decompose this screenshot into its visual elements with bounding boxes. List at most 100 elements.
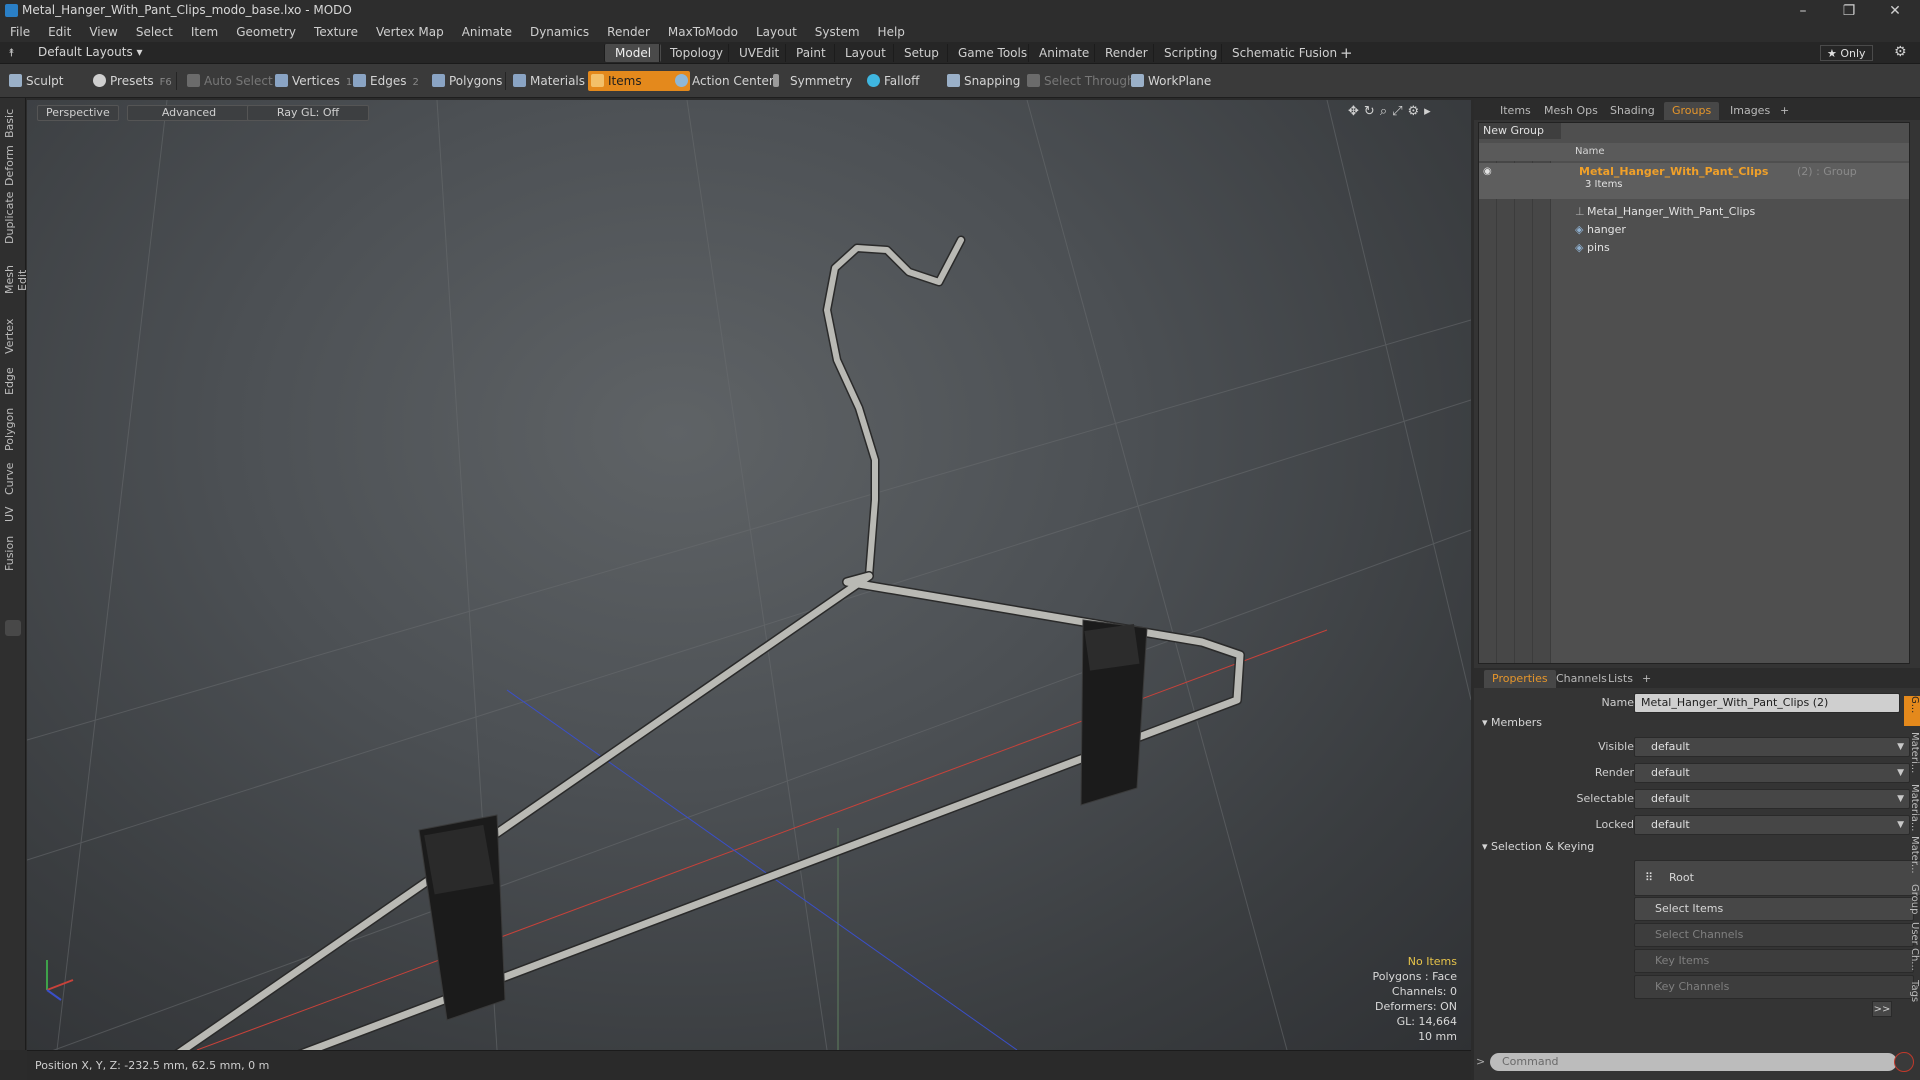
menu-system[interactable]: System	[805, 22, 868, 42]
side-tab-tags[interactable]: Tags	[1904, 980, 1920, 1010]
left-tab-basic[interactable]: Basic	[3, 108, 21, 138]
only-toggle[interactable]: ★ Only	[1820, 45, 1873, 61]
name-field[interactable]: Metal_Hanger_With_Pant_Clips (2)	[1634, 693, 1900, 713]
tab-uvedit[interactable]: UVEdit	[728, 44, 789, 62]
tab-schematic-fusion[interactable]: Schematic Fusion	[1221, 44, 1347, 62]
perspective-view-button[interactable]: Perspective	[37, 105, 119, 121]
action-center-button[interactable]: Action Center	[672, 71, 780, 91]
menu-maxtomodo[interactable]: MaxToModo	[658, 22, 746, 42]
tab-paint[interactable]: Paint	[785, 44, 836, 62]
tab-images[interactable]: Images	[1722, 102, 1778, 120]
layout-collapse-icon[interactable]: ⯭	[8, 46, 20, 59]
rotate-icon[interactable]: ↻	[1364, 104, 1380, 119]
eye-icon[interactable]: ◉	[1483, 163, 1492, 181]
tab-animate[interactable]: Animate	[1028, 44, 1099, 62]
left-tabs-toggle-button[interactable]	[5, 620, 21, 636]
members-section-title[interactable]: ▾ Members	[1482, 716, 1542, 729]
viewport-menu-arrow-icon[interactable]: ▸	[1424, 104, 1436, 119]
tab-shading[interactable]: Shading	[1602, 102, 1663, 120]
default-layouts-dropdown[interactable]: Default Layouts ▾	[38, 45, 143, 59]
fit-icon[interactable]: ⤢	[1392, 104, 1407, 119]
tab-setup[interactable]: Setup	[893, 44, 949, 62]
close-button[interactable]: ✕	[1878, 1, 1912, 21]
more-button[interactable]: >>	[1872, 1001, 1892, 1017]
menu-layout[interactable]: Layout	[746, 22, 805, 42]
locked-dropdown[interactable]: default ▼	[1634, 815, 1910, 835]
select-channels-button[interactable]: Select Channels	[1634, 923, 1914, 947]
render-dropdown[interactable]: default ▼	[1634, 763, 1910, 783]
presets-button[interactable]: Presets F6	[90, 71, 178, 91]
vertices-button[interactable]: Vertices 1	[272, 71, 358, 91]
menu-help[interactable]: Help	[868, 22, 913, 42]
left-tab-duplicate[interactable]: Duplicate	[3, 192, 21, 244]
left-tab-mesh-edit[interactable]: Mesh Edit	[3, 254, 29, 306]
advanced-shading-button[interactable]: Advanced	[127, 105, 251, 121]
left-tab-deform[interactable]: Deform	[3, 145, 21, 186]
tree-item[interactable]: ◈ pins	[1479, 239, 1909, 257]
select-through-button[interactable]: Select Through	[1024, 71, 1141, 91]
tree-item[interactable]: ⊥ Metal_Hanger_With_Pant_Clips	[1479, 203, 1909, 221]
root-button[interactable]: ⠿ Root	[1634, 860, 1920, 896]
restore-button[interactable]: ❐	[1832, 1, 1866, 21]
layout-gear-icon[interactable]: ⚙	[1894, 44, 1907, 60]
menu-geometry[interactable]: Geometry	[226, 22, 304, 42]
menu-view[interactable]: View	[79, 22, 125, 42]
left-tab-curve[interactable]: Curve	[3, 460, 21, 498]
raygl-toggle-button[interactable]: Ray GL: Off	[247, 105, 369, 121]
key-items-button[interactable]: Key Items	[1634, 949, 1914, 973]
tab-properties[interactable]: Properties	[1484, 670, 1556, 688]
tab-render[interactable]: Render	[1094, 44, 1158, 62]
side-tab-user-channels[interactable]: User Ch...	[1904, 922, 1920, 976]
tab-game-tools[interactable]: Game Tools	[947, 44, 1037, 62]
add-properties-tab-button[interactable]: +	[1634, 670, 1659, 688]
zoom-icon[interactable]: ⌕	[1380, 104, 1392, 119]
minimize-button[interactable]: –	[1786, 1, 1820, 21]
key-channels-button[interactable]: Key Channels	[1634, 975, 1914, 999]
visible-dropdown[interactable]: default ▼	[1634, 737, 1910, 757]
edges-button[interactable]: Edges 2	[350, 71, 425, 91]
tab-groups[interactable]: Groups	[1664, 102, 1720, 120]
auto-select-button[interactable]: Auto Select	[184, 71, 279, 91]
side-tab-group[interactable]: G...	[1904, 696, 1920, 726]
left-tab-edge[interactable]: Edge	[3, 364, 21, 398]
workplane-button[interactable]: WorkPlane	[1128, 71, 1217, 91]
menu-dynamics[interactable]: Dynamics	[520, 22, 597, 42]
left-tab-fusion[interactable]: Fusion	[3, 532, 21, 574]
tab-items[interactable]: Items	[1492, 102, 1539, 120]
tree-item[interactable]: ◈ hanger	[1479, 221, 1909, 239]
side-tab-materi-2[interactable]: Materia...	[1904, 784, 1920, 832]
left-tab-vertex[interactable]: Vertex	[3, 316, 21, 356]
command-history-icon[interactable]	[1894, 1052, 1914, 1072]
left-tab-polygon[interactable]: Polygon	[3, 404, 21, 454]
select-items-button[interactable]: Select Items	[1634, 897, 1914, 921]
left-tab-uv[interactable]: UV	[3, 502, 21, 526]
add-layout-tab-button[interactable]: +	[1330, 44, 1363, 62]
side-tab-materi-3[interactable]: Mater...	[1904, 836, 1920, 880]
polygons-button[interactable]: Polygons	[429, 71, 508, 91]
group-row[interactable]: ◉ Metal_Hanger_With_Pant_Clips (2) : Gro…	[1479, 163, 1909, 199]
menu-item[interactable]: Item	[181, 22, 226, 42]
command-input[interactable]: Command	[1490, 1053, 1897, 1071]
pan-icon[interactable]: ✥	[1348, 104, 1364, 119]
add-panel-tab-button[interactable]: +	[1772, 102, 1797, 120]
new-group-button[interactable]: New Group	[1479, 123, 1561, 139]
menu-file[interactable]: File	[0, 22, 38, 42]
3d-viewport[interactable]: Perspective Advanced Ray GL: Off ✥↻⌕⤢⚙▸ …	[27, 100, 1471, 1050]
viewport-settings-icon[interactable]: ⚙	[1408, 104, 1425, 119]
menu-select[interactable]: Select	[126, 22, 181, 42]
tab-topology[interactable]: Topology	[659, 44, 733, 62]
tab-scripting[interactable]: Scripting	[1153, 44, 1227, 62]
side-tab-group-2[interactable]: Group	[1904, 884, 1920, 918]
menu-texture[interactable]: Texture	[304, 22, 366, 42]
selectable-dropdown[interactable]: default ▼	[1634, 789, 1910, 809]
menu-animate[interactable]: Animate	[452, 22, 520, 42]
falloff-button[interactable]: Falloff	[864, 71, 925, 91]
tab-layout[interactable]: Layout	[834, 44, 896, 62]
sculpt-button[interactable]: Sculpt	[6, 71, 69, 91]
tab-model[interactable]: Model	[604, 44, 662, 62]
selection-keying-section-title[interactable]: ▾ Selection & Keying	[1482, 840, 1594, 853]
side-tab-materi-1[interactable]: Materi...	[1904, 732, 1920, 780]
menu-edit[interactable]: Edit	[38, 22, 79, 42]
menu-vertex-map[interactable]: Vertex Map	[366, 22, 452, 42]
symmetry-button[interactable]: Symmetry	[770, 71, 858, 91]
